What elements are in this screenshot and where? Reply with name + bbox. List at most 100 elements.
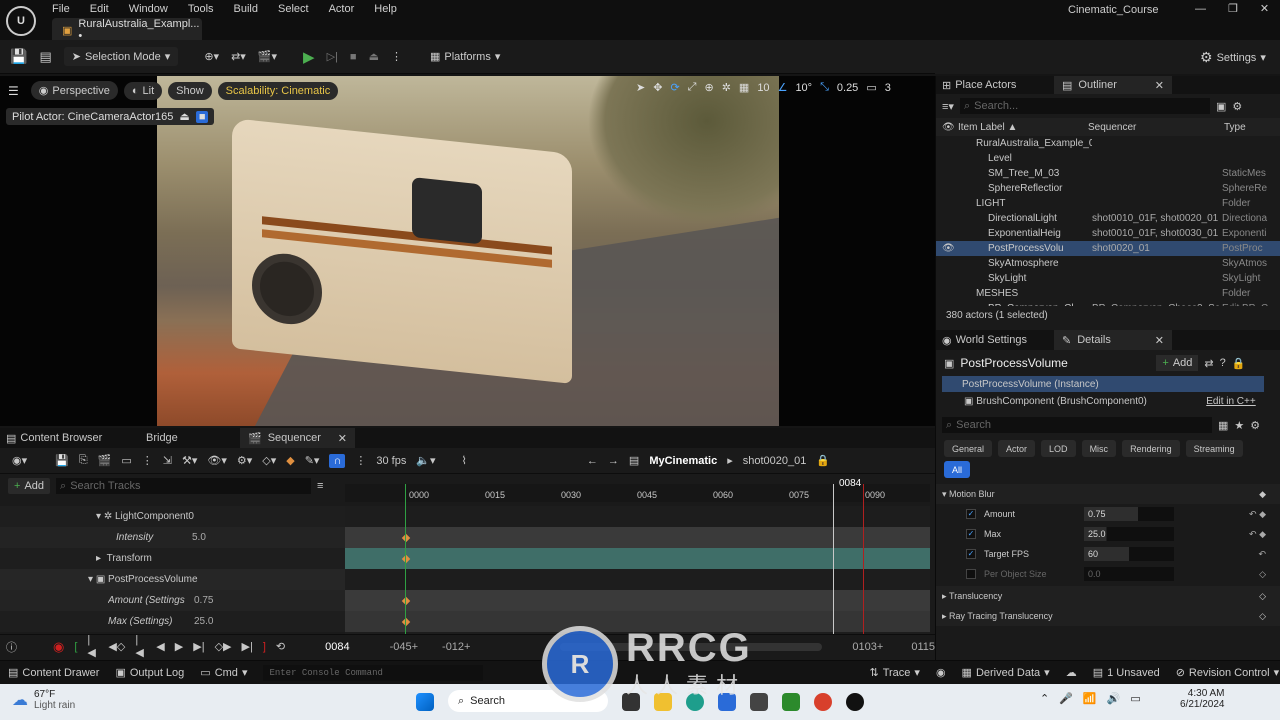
filter-all[interactable]: All [944,461,971,478]
view-end-2[interactable]: 0115 [911,641,935,653]
wifi-icon[interactable]: 📶 [1083,692,1097,705]
playhead-line[interactable] [833,484,834,634]
track-value[interactable]: 0.75 [194,595,213,606]
outliner-row[interactable]: Level [936,151,1280,166]
stop-icon[interactable]: ■ [350,51,357,63]
unreal-logo-icon[interactable]: U [6,6,36,36]
folder-icon[interactable]: ▤ [629,454,639,467]
camera-cut-icon[interactable]: ▭ [121,454,131,467]
selection-mode-button[interactable]: ➤ Selection Mode ▾ [63,47,179,66]
menu-tools[interactable]: Tools [188,3,214,15]
world-icon[interactable]: ⊕ [704,81,713,94]
render-icon[interactable]: 🎬 [98,454,112,467]
snap-magnet-icon[interactable]: ∩ [329,453,346,468]
edit-cpp-link[interactable]: Edit in C++ [1206,396,1255,407]
gear-icon[interactable]: ⚙ [1250,419,1260,432]
outliner-row[interactable]: 👁 PostProcessVolu shot0020_01 PostProc [936,241,1280,256]
section-motion-blur[interactable]: ▾ Motion Blur ◆ [936,484,1280,504]
timeline-tracks[interactable] [345,484,930,634]
breadcrumb-shot[interactable]: shot0020_01 [743,455,807,467]
next-key-icon[interactable]: ◇▶ [215,640,232,653]
breadcrumb-mycinematic[interactable]: MyCinematic [649,455,717,467]
perspective-button[interactable]: ◉ Perspective [30,81,118,100]
track-row[interactable]: Amount (Settings 0.75 [0,590,345,611]
world-icon[interactable]: ◉▾ [12,454,27,467]
content-drawer-button[interactable]: ▤ Content Drawer [8,666,99,680]
filter-rendering[interactable]: Rendering [1122,440,1180,457]
eject-icon[interactable]: ⏏ [179,110,189,123]
grid-snap-value[interactable]: 10 [757,82,769,94]
timeline-ruler[interactable]: 0000 0015 0030 0045 0060 0075 0090 0084 [345,478,930,502]
close-icon[interactable]: ✕ [1260,2,1269,15]
minimize-icon[interactable]: — [1195,3,1206,15]
trace-button[interactable]: ⇅ Trace ▾ [869,666,919,680]
view-end-1[interactable]: 0103+ [852,641,883,653]
filter-streaming[interactable]: Streaming [1185,440,1243,457]
playhead-label[interactable]: 0084 [839,478,861,489]
track-value[interactable]: 25.0 [194,616,213,627]
actor-name[interactable]: PostProcessVolume [960,356,1150,370]
settings-button[interactable]: ⚙ Settings ▾ [1200,49,1266,66]
outliner-row[interactable]: MESHES Folder [936,286,1280,301]
property-value-slider[interactable]: 60 [1084,547,1174,561]
help-icon[interactable]: ? [1220,357,1226,369]
blueprint-icon[interactable]: ⇄▾ [231,50,246,63]
menu-edit[interactable]: Edit [90,3,109,15]
checkbox[interactable]: ✓ [966,529,976,539]
hamburger-icon[interactable]: ☰ [8,84,19,98]
back-icon[interactable]: ← [587,455,598,467]
tab-sequencer[interactable]: 🎬 Sequencer ✕ [240,428,355,448]
reset-and-key-icon[interactable]: ↶ ◆ [1249,509,1266,520]
grid-icon[interactable]: ▦ [739,81,749,94]
outliner-row[interactable]: BP_Campervan_ClBP_Campervan_Chaos2_ScEdi… [936,301,1280,306]
keyframe-icon[interactable]: ◇ [1259,591,1266,602]
skip-end-icon[interactable]: ▶| [241,640,252,653]
select-icon[interactable]: ➤ [636,81,645,94]
outliner-row[interactable]: SphereReflectior SphereRe [936,181,1280,196]
tab-content-browser[interactable]: ▤ Content Browser [0,432,140,445]
tab-details[interactable]: ✎ Details ✕ [1054,330,1172,350]
camera-speed-value[interactable]: 3 [885,82,891,94]
outliner-search-input[interactable]: ⌕ Search... [959,98,1210,114]
lock-icon[interactable]: 🔒 [816,454,830,467]
windows-start-icon[interactable] [416,693,434,711]
track-row[interactable]: Intensity 5.0 [0,527,345,548]
more-icon[interactable]: ⋮ [391,50,402,63]
tools-icon[interactable]: ⚒▾ [182,454,197,467]
play-icon[interactable]: ▶ [175,640,183,653]
play-icon[interactable]: ▶ [303,48,315,66]
filter-misc[interactable]: Misc [1081,440,1117,457]
view-start-1[interactable]: -045+ [390,641,418,653]
content-icon[interactable]: ▤ [39,49,51,65]
angle-snap-value[interactable]: 10° [795,82,812,94]
more-icon[interactable]: ⋮ [142,454,153,467]
outliner-row[interactable]: SkyAtmosphere SkyAtmos [936,256,1280,271]
view-icon[interactable]: 👁▾ [207,454,227,467]
tab-outliner[interactable]: ▤ Outliner ✕ [1054,76,1172,94]
menu-file[interactable]: File [52,3,70,15]
expand-icon[interactable]: ▾ [96,511,101,522]
show-button[interactable]: Show [168,81,212,100]
key-add-icon[interactable]: ◆ [286,454,294,467]
add-component-button[interactable]: + Add [1156,355,1199,371]
component-instance[interactable]: PostProcessVolume (Instance) [942,376,1264,392]
tab-bridge[interactable]: Bridge [140,432,240,444]
col-sequencer[interactable]: Sequencer [1076,122,1206,133]
rotate-icon[interactable]: ⟳ [670,81,679,94]
keyframe-icon[interactable]: ◆ [1259,489,1266,500]
keyframe-icon[interactable]: ◇ [1259,569,1266,580]
property-value-slider[interactable]: 0.75 [1084,507,1174,521]
save-icon[interactable]: 💾 [10,48,27,65]
prev-frame-icon[interactable]: |◀ [135,634,146,659]
scalability-badge[interactable]: Scalability: Cinematic [217,81,339,100]
track-value[interactable]: 5.0 [192,532,206,543]
end-marker[interactable] [863,484,864,634]
snap-surface-icon[interactable]: ✲ [722,81,731,94]
start-marker[interactable] [405,484,406,634]
menu-help[interactable]: Help [374,3,397,15]
eject-icon[interactable]: ⏏ [369,50,379,63]
fps-selector[interactable]: 30 fps [376,455,406,467]
expand-icon[interactable]: ▾ [88,574,93,585]
cmd-dropdown[interactable]: ▭ Cmd ▾ [200,666,247,680]
view-start-2[interactable]: -012+ [442,641,470,653]
